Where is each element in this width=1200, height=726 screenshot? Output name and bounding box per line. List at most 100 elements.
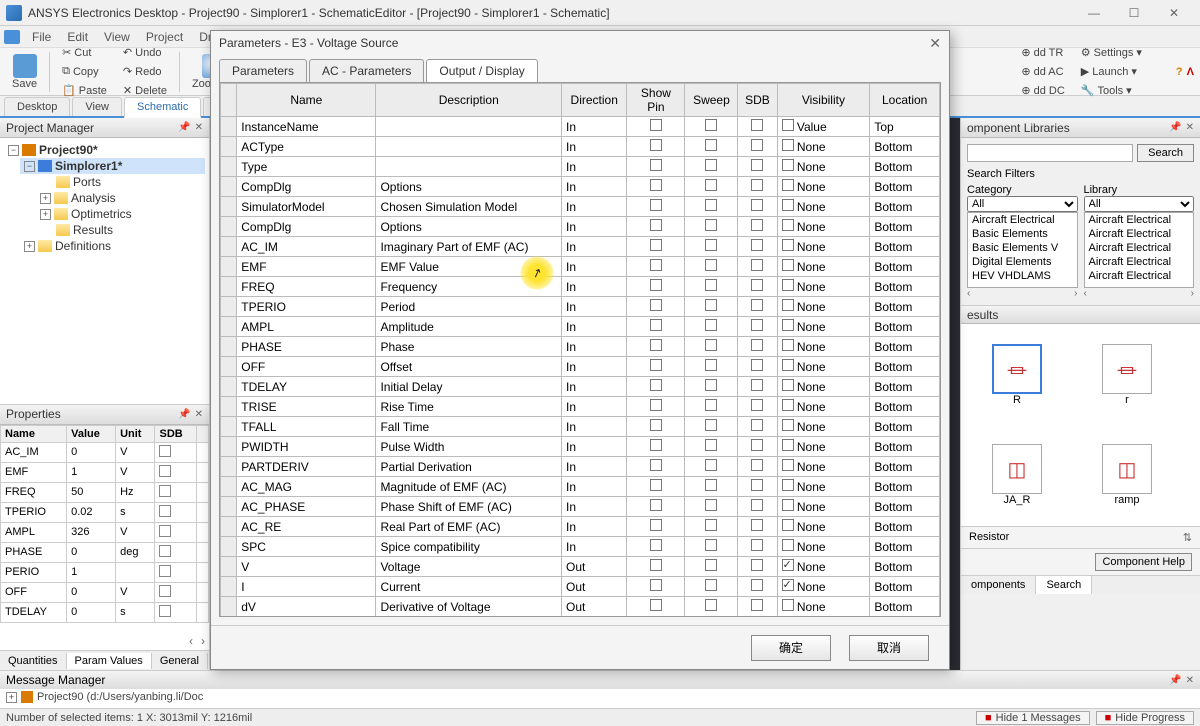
library-search-input[interactable] (967, 144, 1133, 162)
checkbox[interactable] (650, 499, 662, 511)
checkbox[interactable] (751, 279, 763, 291)
param-col-sweep[interactable]: Sweep (685, 84, 738, 117)
checkbox[interactable] (650, 139, 662, 151)
checkbox[interactable] (782, 499, 794, 511)
checkbox[interactable] (705, 219, 717, 231)
checkbox[interactable] (650, 439, 662, 451)
checkbox[interactable] (650, 179, 662, 191)
param-row[interactable]: InstanceNameIn ValueTop (221, 117, 940, 137)
checkbox[interactable] (650, 219, 662, 231)
checkbox[interactable] (751, 519, 763, 531)
ok-button[interactable]: 确定 (751, 635, 831, 661)
view-tab-view[interactable]: View (72, 97, 122, 116)
view-tab-desktop[interactable]: Desktop (4, 97, 70, 116)
checkbox[interactable] (782, 379, 794, 391)
checkbox[interactable] (782, 339, 794, 351)
param-col-show-pin[interactable]: Show Pin (627, 84, 685, 117)
checkbox[interactable] (705, 499, 717, 511)
props-tab-quantities[interactable]: Quantities (0, 653, 67, 669)
props-row[interactable]: PERIO1 (1, 562, 209, 582)
param-row[interactable]: SPCSpice compatibilityIn NoneBottom (221, 537, 940, 557)
param-row[interactable]: AC_MAGMagnitude of EMF (AC)In NoneBottom (221, 477, 940, 497)
menu-edit[interactable]: Edit (59, 30, 96, 44)
checkbox[interactable] (705, 379, 717, 391)
checkbox[interactable] (751, 579, 763, 591)
library-item[interactable]: Aircraft Electrical (1085, 255, 1194, 269)
maximize-button[interactable]: ☐ (1114, 2, 1154, 24)
checkbox[interactable] (159, 545, 171, 557)
add-ac-button[interactable]: ⊕dd AC (1015, 63, 1070, 80)
checkbox[interactable] (782, 539, 794, 551)
props-row[interactable]: OFF0V (1, 582, 209, 602)
checkbox[interactable] (782, 559, 794, 571)
category-list[interactable]: Aircraft ElectricalBasic ElementsBasic E… (967, 212, 1078, 288)
expand-icon[interactable]: + (40, 209, 51, 220)
checkbox[interactable] (650, 559, 662, 571)
stepper-icon[interactable]: ⇅ (1183, 531, 1192, 544)
checkbox[interactable] (782, 199, 794, 211)
checkbox[interactable] (751, 299, 763, 311)
parameters-table[interactable]: NameDescriptionDirectionShow PinSweepSDB… (220, 83, 940, 617)
checkbox[interactable] (650, 379, 662, 391)
library-select[interactable]: All (1084, 196, 1195, 212)
props-row[interactable]: TPERIO0.02s (1, 502, 209, 522)
library-search-button[interactable]: Search (1137, 144, 1194, 162)
checkbox[interactable] (650, 459, 662, 471)
checkbox[interactable] (650, 519, 662, 531)
category-select[interactable]: All (967, 196, 1078, 212)
param-row[interactable]: PWIDTHPulse WidthIn NoneBottom (221, 437, 940, 457)
checkbox[interactable] (751, 159, 763, 171)
dialog-tab-output-display[interactable]: Output / Display (426, 59, 537, 82)
dialog-tab-ac-parameters[interactable]: AC - Parameters (309, 59, 424, 82)
checkbox[interactable] (705, 259, 717, 271)
properties-grid[interactable]: NameValueUnitSDBAC_IM0VEMF1VFREQ50HzTPER… (0, 425, 209, 623)
library-item[interactable]: Aircraft Electrical (1085, 227, 1194, 241)
checkbox[interactable] (782, 299, 794, 311)
param-row[interactable]: TypeIn NoneBottom (221, 157, 940, 177)
checkbox[interactable] (751, 119, 763, 131)
param-row[interactable]: TPERIOPeriodIn NoneBottom (221, 297, 940, 317)
param-row[interactable]: FREQFrequencyIn NoneBottom (221, 277, 940, 297)
checkbox[interactable] (782, 139, 794, 151)
component-thumb-ramp[interactable]: ◫ramp (1077, 430, 1177, 520)
param-row[interactable]: dVDerivative of VoltageOut NoneBottom (221, 597, 940, 617)
props-col-sdb[interactable]: SDB (155, 425, 197, 442)
checkbox[interactable] (782, 159, 794, 171)
param-col-sdb[interactable]: SDB (738, 84, 777, 117)
param-row[interactable]: ACTypeIn NoneBottom (221, 137, 940, 157)
category-item[interactable]: Basic Elements (968, 227, 1077, 241)
checkbox[interactable] (705, 319, 717, 331)
checkbox[interactable] (705, 559, 717, 571)
props-row[interactable]: FREQ50Hz (1, 482, 209, 502)
library-item[interactable]: Aircraft Electrical (1085, 213, 1194, 227)
close-icon[interactable]: ✕ (1186, 675, 1194, 686)
param-row[interactable]: AC_IMImaginary Part of EMF (AC)In NoneBo… (221, 237, 940, 257)
checkbox[interactable] (159, 585, 171, 597)
checkbox[interactable] (650, 279, 662, 291)
pin-icon[interactable]: 📌 (178, 409, 190, 420)
props-row[interactable]: AMPL326V (1, 522, 209, 542)
checkbox[interactable] (782, 259, 794, 271)
checkbox[interactable] (705, 139, 717, 151)
checkbox[interactable] (705, 179, 717, 191)
view-tab-schematic[interactable]: Schematic (124, 97, 201, 118)
dialog-close-button[interactable]: ✕ (929, 35, 941, 52)
checkbox[interactable] (782, 239, 794, 251)
param-row[interactable]: dIDerivative of CurrentOut NoneBottom (221, 617, 940, 618)
scroll-left-icon[interactable]: ‹ (1084, 288, 1087, 299)
checkbox[interactable] (650, 599, 662, 611)
checkbox[interactable] (650, 579, 662, 591)
menu-view[interactable]: View (96, 30, 138, 44)
checkbox[interactable] (751, 499, 763, 511)
checkbox[interactable] (705, 279, 717, 291)
category-item[interactable]: Digital Elements (968, 255, 1077, 269)
scroll-right-icon[interactable]: › (1074, 288, 1077, 299)
param-row[interactable]: AC_PHASEPhase Shift of EMF (AC)In NoneBo… (221, 497, 940, 517)
hide-messages-button[interactable]: ■Hide 1 Messages (976, 711, 1090, 725)
param-row[interactable]: TDELAYInitial DelayIn NoneBottom (221, 377, 940, 397)
checkbox[interactable] (705, 159, 717, 171)
checkbox[interactable] (751, 479, 763, 491)
checkbox[interactable] (705, 539, 717, 551)
props-row[interactable]: AC_IM0V (1, 442, 209, 462)
param-row[interactable]: ICurrentOut NoneBottom (221, 577, 940, 597)
